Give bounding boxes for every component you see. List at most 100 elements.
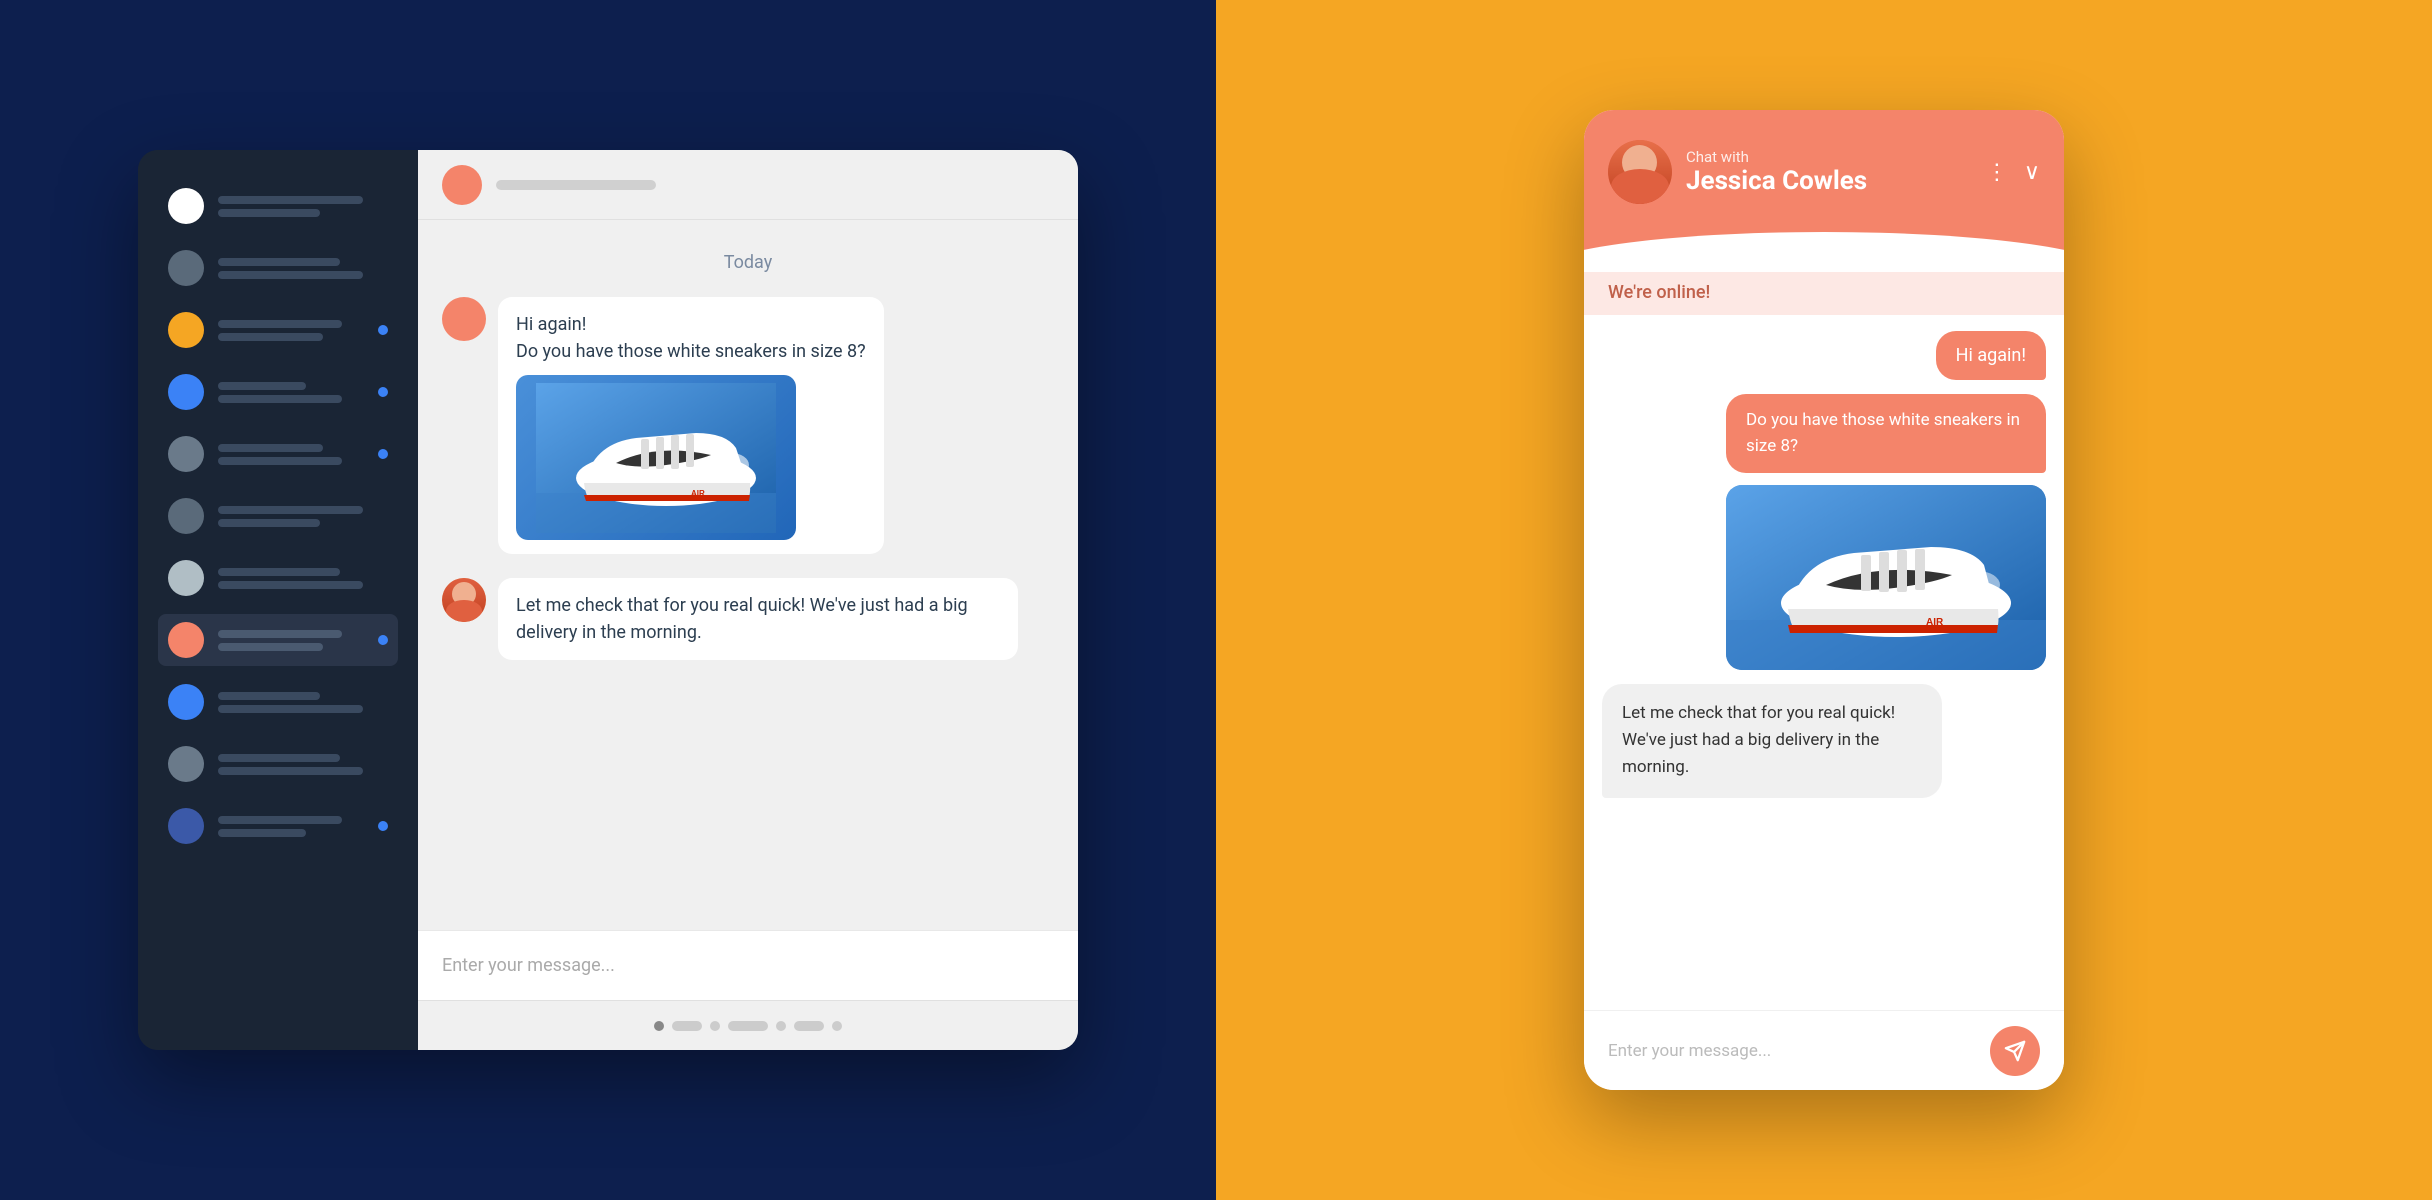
sidebar-text [218,506,388,527]
chat-input-area[interactable]: Enter your message... [418,930,1078,1000]
sidebar-line [218,506,363,514]
agent-message-bubble: Let me check that for you real quick! We… [498,578,1018,660]
sidebar-line [218,271,363,279]
message-content: Hi again!Do you have those white sneaker… [516,314,866,362]
notification-dot [378,449,388,459]
sidebar-line [218,581,363,589]
sidebar-line [218,692,320,700]
svg-text:AIR: AIR [1926,617,1944,628]
sidebar-item[interactable] [158,490,398,542]
sidebar-line [218,209,320,217]
sidebar-line [218,568,340,576]
mobile-input-area[interactable]: Enter your message... [1584,1010,2064,1090]
mobile-messages: Hi again! Do you have those white sneake… [1584,315,2064,1010]
sidebar-line [218,258,340,266]
message-text: Let me check that for you real quick! We… [1622,703,1895,777]
sidebar-line [218,382,306,390]
sneaker-image: AIR [516,375,796,540]
chat-messages: Today Hi again!Do you have those white s… [418,220,1078,930]
avatar [168,622,204,658]
sidebar-item[interactable] [158,800,398,852]
sidebar-line [218,767,363,775]
send-button[interactable] [1990,1026,2040,1076]
notification-dot [378,325,388,335]
sidebar-item[interactable] [158,366,398,418]
left-background: Today Hi again!Do you have those white s… [0,0,1216,1200]
page-dot[interactable] [776,1021,786,1031]
sidebar-item[interactable] [158,180,398,232]
avatar [168,498,204,534]
sidebar-line [218,829,306,837]
page-dot[interactable] [654,1021,664,1031]
sidebar-text [218,816,364,837]
chat-header [418,150,1078,220]
sidebar-line [218,816,342,824]
sidebar-line [218,333,323,341]
avatar [168,374,204,410]
message-row-agent: Let me check that for you real quick! We… [442,578,1054,660]
sidebar-item[interactable] [158,676,398,728]
sender-avatar [442,297,486,341]
avatar [168,188,204,224]
main-chat-area: Today Hi again!Do you have those white s… [418,150,1078,1050]
message-bubble: Hi again!Do you have those white sneaker… [498,297,884,554]
sidebar-line [218,444,323,452]
online-status-bar: We're online! [1584,270,2064,315]
mobile-message-row-right: Hi again! [1602,331,2046,380]
mobile-sneaker-svg: AIR [1726,485,2046,670]
mobile-message-bubble: Hi again! [1936,331,2046,380]
chat-with-label: Chat with [1686,148,1867,166]
sidebar-item-active[interactable] [158,614,398,666]
sidebar-line [218,457,342,465]
sidebar-text [218,444,364,465]
desktop-app-window: Today Hi again!Do you have those white s… [138,150,1078,1050]
sidebar-item[interactable] [158,428,398,480]
avatar [168,808,204,844]
sidebar [138,150,418,1050]
mobile-message-row-left: Let me check that for you real quick! We… [1602,684,2046,798]
sidebar-item[interactable] [158,304,398,356]
sidebar-line [218,196,363,204]
online-status-text: We're online! [1608,282,1710,303]
sidebar-line [218,395,342,403]
sidebar-text [218,692,388,713]
page-line [672,1021,702,1031]
pagination [418,1000,1078,1050]
page-line [728,1021,768,1031]
avatar [168,312,204,348]
sneaker-svg: AIR [536,383,776,533]
sidebar-text [218,258,388,279]
header-wave [1584,232,2064,272]
avatar [168,250,204,286]
page-dot[interactable] [832,1021,842,1031]
page-dot[interactable] [710,1021,720,1031]
right-background: Chat with Jessica Cowles ⋮ ∨ We're onlin… [1216,0,2432,1200]
sidebar-item[interactable] [158,738,398,790]
sidebar-item[interactable] [158,242,398,294]
page-line [794,1021,824,1031]
message-text: Do you have those white sneakers in size… [1746,410,2020,456]
notification-dot [378,821,388,831]
sidebar-line [218,754,340,762]
sidebar-text [218,320,364,341]
message-text: Hi again!Do you have those white sneaker… [498,297,884,554]
sidebar-text [218,630,364,651]
sidebar-text [218,568,388,589]
mobile-agent-bubble: Let me check that for you real quick! We… [1602,684,1942,798]
notification-dot [378,635,388,645]
mobile-header-actions: ⋮ ∨ [1986,160,2040,185]
input-placeholder: Enter your message... [442,955,615,976]
mobile-header-text: Chat with Jessica Cowles [1686,148,1867,196]
avatar [168,436,204,472]
chevron-down-icon[interactable]: ∨ [2024,160,2040,185]
sidebar-item[interactable] [158,552,398,604]
more-options-icon[interactable]: ⋮ [1986,160,2008,185]
contact-name: Jessica Cowles [1686,166,1867,196]
mobile-message-group-right: Do you have those white sneakers in size… [1602,394,2046,670]
header-line [496,180,656,190]
sidebar-line [218,519,320,527]
avatar [168,560,204,596]
header-avatar [442,165,482,205]
agent-avatar [442,578,486,622]
send-icon [2004,1040,2026,1062]
